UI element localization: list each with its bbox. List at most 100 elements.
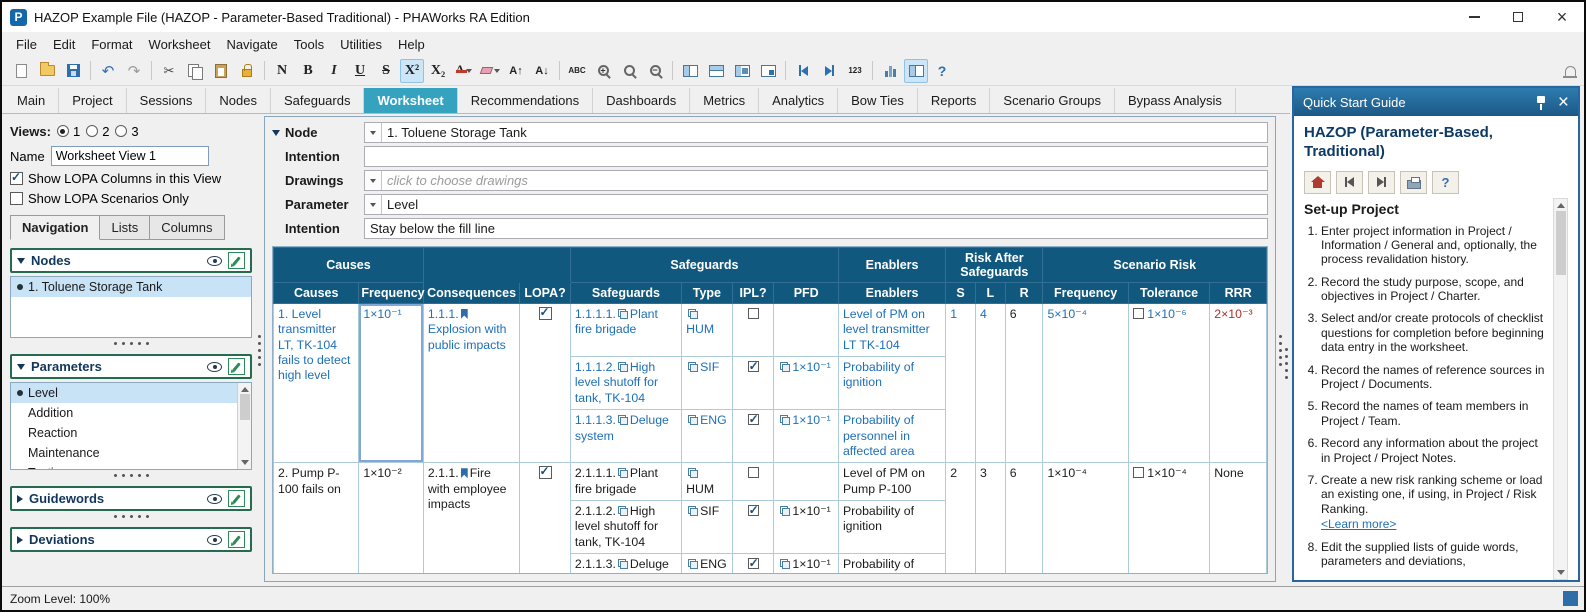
menu-utilities[interactable]: Utilities bbox=[332, 34, 390, 55]
lopa-cell[interactable] bbox=[519, 302, 571, 464]
tab-reports[interactable]: Reports bbox=[917, 88, 991, 113]
parameter-list-item[interactable]: Maintenance bbox=[11, 443, 237, 463]
ipl-checkbox[interactable] bbox=[747, 412, 759, 427]
ipl-cell[interactable] bbox=[731, 302, 775, 358]
lopa-checkbox[interactable] bbox=[538, 305, 552, 320]
consequence-cell[interactable]: 2.1.1. Fire with employee impacts bbox=[422, 462, 521, 573]
spellcheck-button[interactable]: ABC bbox=[565, 59, 589, 83]
lopa-cell[interactable] bbox=[519, 462, 571, 573]
close-button[interactable]: × bbox=[1540, 2, 1584, 32]
type-cell[interactable]: HUM bbox=[681, 462, 733, 501]
sidebar-tab-navigation[interactable]: Navigation bbox=[10, 215, 101, 240]
menu-navigate[interactable]: Navigate bbox=[218, 34, 285, 55]
drawings-combobox[interactable]: click to choose drawings bbox=[364, 170, 1268, 191]
tab-project[interactable]: Project bbox=[59, 88, 127, 113]
pfd-cell[interactable]: 1×10⁻¹ bbox=[773, 499, 839, 555]
tolerance-checkbox[interactable] bbox=[1132, 467, 1144, 479]
panel-layout-grid-button[interactable] bbox=[730, 59, 754, 83]
sidebar-splitter[interactable] bbox=[254, 114, 264, 586]
go-first-button[interactable] bbox=[791, 59, 815, 83]
menu-file[interactable]: File bbox=[8, 34, 45, 55]
cause-frequency-cell[interactable]: 1×10⁻² bbox=[358, 462, 424, 573]
resize-handle[interactable] bbox=[10, 470, 252, 478]
panel-view-button[interactable] bbox=[904, 58, 928, 83]
italic-button[interactable]: I bbox=[322, 59, 346, 83]
safeguard-cell[interactable]: 1.1.1.3. Deluge system bbox=[569, 409, 683, 464]
resize-handle[interactable] bbox=[10, 511, 252, 519]
maximize-button[interactable] bbox=[1496, 2, 1540, 32]
visibility-eye-icon[interactable] bbox=[207, 361, 222, 372]
close-icon[interactable]: × bbox=[1558, 93, 1569, 112]
menu-tools[interactable]: Tools bbox=[286, 34, 332, 55]
sidebar-tab-lists[interactable]: Lists bbox=[100, 215, 151, 240]
safeguard-cell[interactable]: 2.1.1.1. Plant fire brigade bbox=[569, 462, 683, 501]
type-cell[interactable]: SIF bbox=[681, 356, 733, 411]
visibility-eye-icon[interactable] bbox=[207, 255, 222, 266]
copy-button[interactable] bbox=[183, 59, 207, 83]
scenario-frequency-cell[interactable]: 5×10⁻⁴ bbox=[1042, 302, 1129, 464]
tab-dashboards[interactable]: Dashboards bbox=[593, 88, 691, 113]
guide-home-button[interactable] bbox=[1304, 170, 1331, 194]
tab-scenario-groups[interactable]: Scenario Groups bbox=[990, 88, 1115, 113]
go-last-button[interactable] bbox=[817, 59, 841, 83]
collapse-icon[interactable] bbox=[17, 363, 25, 370]
tab-bypass-analysis[interactable]: Bypass Analysis bbox=[1114, 88, 1236, 113]
safeguard-cell[interactable]: 2.1.1.3.Deluge system bbox=[569, 553, 683, 573]
scroll-down-icon[interactable] bbox=[1556, 570, 1565, 575]
cause-cell[interactable]: 1. Level transmitter LT, TK-104 fails to… bbox=[273, 302, 360, 464]
renumber-button[interactable]: 123 bbox=[843, 59, 867, 83]
tab-recommendations[interactable]: Recommendations bbox=[457, 88, 594, 113]
resize-handle[interactable] bbox=[10, 338, 252, 346]
guide-print-button[interactable] bbox=[1400, 170, 1427, 194]
enabler-cell[interactable]: Probability of ignition bbox=[837, 499, 947, 555]
cause-frequency-cell[interactable]: 1×10⁻¹ bbox=[358, 302, 424, 464]
safeguard-cell[interactable]: 1.1.1.2. High level shutoff for tank, TK-… bbox=[569, 356, 683, 411]
parameter-list-item[interactable]: Level bbox=[11, 383, 237, 403]
parameter-combobox[interactable]: Level bbox=[364, 194, 1268, 215]
show-lopa-scenarios-option[interactable]: Show LOPA Scenarios Only bbox=[10, 191, 252, 206]
font-increase-button[interactable]: A↑ bbox=[504, 59, 528, 83]
collapse-icon[interactable] bbox=[17, 257, 25, 264]
expand-icon[interactable] bbox=[17, 535, 23, 544]
edit-parameters-button[interactable] bbox=[228, 358, 245, 375]
ipl-checkbox[interactable] bbox=[747, 308, 759, 319]
tolerance-cell[interactable]: 1×10⁻⁶ bbox=[1127, 302, 1211, 464]
pfd-cell[interactable]: 1×10⁻¹ bbox=[773, 409, 839, 464]
guide-help-button[interactable]: ? bbox=[1432, 170, 1459, 194]
pfd-cell[interactable]: 1×10⁻¹ bbox=[773, 553, 839, 573]
tolerance-cell[interactable]: 1×10⁻⁴ bbox=[1127, 462, 1211, 573]
likelihood-cell[interactable]: 3 bbox=[974, 462, 1006, 573]
pfd-cell[interactable] bbox=[773, 302, 839, 358]
ipl-checkbox[interactable] bbox=[747, 467, 759, 479]
expand-icon[interactable] bbox=[17, 494, 23, 503]
font-decrease-button[interactable]: A↓ bbox=[530, 59, 554, 83]
type-cell[interactable]: ENG bbox=[681, 409, 733, 464]
ipl-checkbox[interactable] bbox=[747, 556, 759, 571]
pfd-cell[interactable] bbox=[773, 462, 839, 501]
bold-button[interactable]: B bbox=[296, 59, 320, 83]
notification-bell-icon[interactable] bbox=[1563, 65, 1577, 78]
superscript-button[interactable]: X² bbox=[400, 58, 424, 83]
tab-metrics[interactable]: Metrics bbox=[690, 88, 760, 113]
learn-more-link[interactable]: <Learn more> bbox=[1321, 517, 1396, 531]
ipl-cell[interactable] bbox=[731, 462, 775, 501]
open-button[interactable] bbox=[35, 59, 59, 83]
tab-safeguards[interactable]: Safeguards bbox=[270, 88, 365, 113]
view-radio-3[interactable]: 3 bbox=[115, 124, 139, 139]
subscript-button[interactable]: X₂ bbox=[426, 59, 450, 83]
save-button[interactable] bbox=[61, 59, 85, 83]
tolerance-checkbox[interactable] bbox=[1132, 308, 1144, 319]
normal-style-button[interactable]: N bbox=[270, 59, 294, 83]
menu-format[interactable]: Format bbox=[83, 34, 140, 55]
tab-analytics[interactable]: Analytics bbox=[759, 88, 839, 113]
scenario-frequency-cell[interactable]: 1×10⁻⁴ bbox=[1042, 462, 1129, 573]
pfd-cell[interactable]: 1×10⁻¹ bbox=[773, 356, 839, 411]
risk-cell[interactable]: 6 bbox=[1004, 462, 1044, 573]
parameter-list-item[interactable]: Testing bbox=[11, 463, 237, 469]
node-combobox[interactable]: 1. Toluene Storage Tank bbox=[364, 122, 1268, 143]
consequence-cell[interactable]: 1.1.1.Explosion with public impacts bbox=[422, 302, 521, 464]
font-color-button[interactable]: A bbox=[452, 59, 476, 83]
view-radio-2[interactable]: 2 bbox=[86, 124, 109, 139]
sidebar-tab-columns[interactable]: Columns bbox=[150, 215, 225, 240]
deviations-section-header[interactable]: Deviations bbox=[10, 527, 252, 552]
